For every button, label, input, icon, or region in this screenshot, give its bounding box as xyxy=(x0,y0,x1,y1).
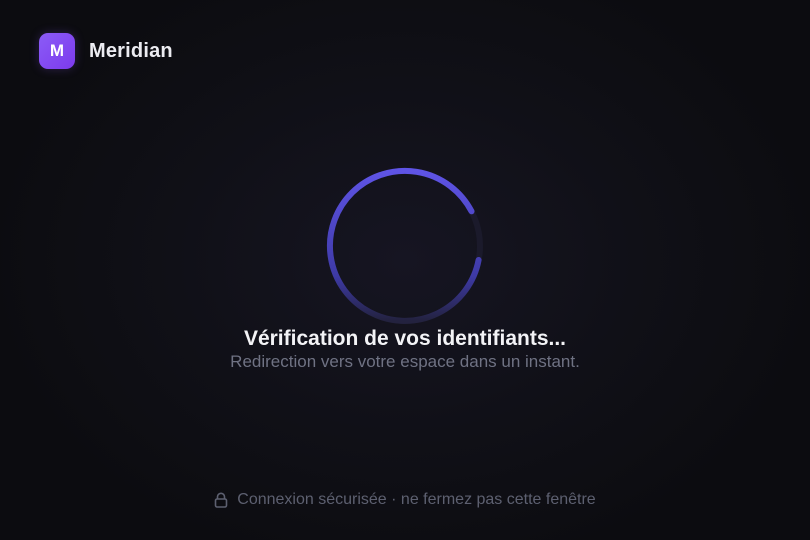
status-subtitle: Redirection vers votre espace dans un in… xyxy=(230,352,580,371)
security-notice: Connexion sécurisée · ne fermez pas cett… xyxy=(0,491,810,509)
status-title: Vérification de vos identifiants... xyxy=(243,327,567,350)
app-name: Meridian xyxy=(89,39,173,62)
lock-icon xyxy=(214,492,228,508)
app-logo: M xyxy=(39,33,75,69)
loading-screen: { "brand": { "logo_letter": "M", "name":… xyxy=(0,0,810,540)
security-notice-text: Connexion sécurisée · ne fermez pas cett… xyxy=(237,491,596,508)
loading-spinner-icon xyxy=(326,167,483,324)
brand-header: M Meridian xyxy=(39,33,173,69)
spinner-arc xyxy=(326,167,482,324)
loading-spinner xyxy=(324,165,486,327)
